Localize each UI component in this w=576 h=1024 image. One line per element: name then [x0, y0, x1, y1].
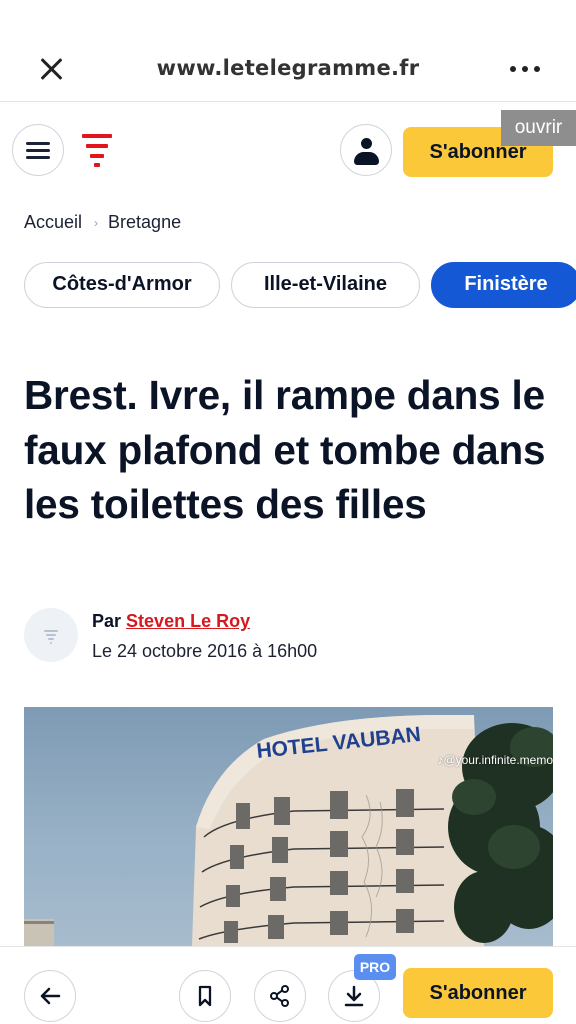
author-link[interactable]: Steven Le Roy	[126, 611, 250, 631]
user-account-button[interactable]	[340, 124, 392, 176]
bookmark-icon	[198, 985, 212, 1007]
share-icon	[270, 985, 289, 1007]
browser-url[interactable]: www.letelegramme.fr	[0, 56, 576, 80]
author-byline: Par Steven Le Roy	[92, 611, 250, 632]
watermark-text: ♪@your.infinite.memory	[437, 753, 553, 767]
logo-icon[interactable]	[82, 134, 114, 168]
department-tags: Côtes-d'Armor Ille-et-Vilaine Finistère	[24, 262, 576, 308]
hotel-photo-illustration: HOTEL VAUBAN	[24, 715, 553, 947]
menu-icon-line	[26, 149, 50, 152]
share-button[interactable]	[254, 970, 306, 1022]
back-arrow-icon	[40, 987, 61, 1005]
pro-badge: PRO	[354, 954, 396, 980]
author-avatar	[24, 608, 78, 662]
breadcrumb-home[interactable]: Accueil	[24, 212, 82, 233]
download-icon	[344, 985, 364, 1007]
menu-icon-line	[26, 156, 50, 159]
article-photo[interactable]: HOTEL VAUBAN ♪@your.infinite.memory	[24, 707, 553, 947]
back-button[interactable]	[24, 970, 76, 1022]
tag-cotes-darmor[interactable]: Côtes-d'Armor	[24, 262, 220, 308]
breadcrumb-region[interactable]: Bretagne	[108, 212, 181, 233]
more-icon[interactable]	[510, 64, 540, 74]
publish-date: Le 24 octobre 2016 à 16h00	[92, 641, 318, 661]
subscribe-button-bottom[interactable]: S'abonner	[403, 968, 553, 1018]
bookmark-button[interactable]	[179, 970, 231, 1022]
user-icon	[361, 138, 372, 149]
menu-button[interactable]	[12, 124, 64, 176]
breadcrumb-separator: ›	[94, 215, 99, 230]
tag-ille-et-vilaine[interactable]: Ille-et-Vilaine	[231, 262, 420, 308]
tag-finistere[interactable]: Finistère	[431, 262, 576, 308]
open-badge[interactable]: ouvrir	[501, 110, 576, 146]
breadcrumb: Accueil › Bretagne	[24, 212, 181, 233]
menu-icon	[26, 142, 50, 145]
author-prefix: Par	[92, 611, 122, 631]
article-title: Brest. Ivre, il rampe dans le faux plafo…	[24, 372, 546, 527]
browser-bar: www.letelegramme.fr	[0, 0, 576, 102]
